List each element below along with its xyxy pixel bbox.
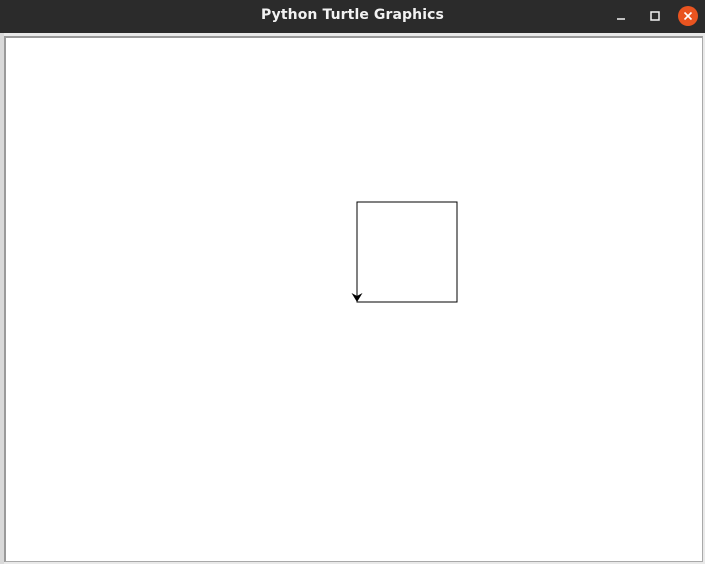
drawn-square <box>356 201 458 303</box>
maximize-button[interactable] <box>644 5 666 27</box>
close-button[interactable] <box>677 5 699 27</box>
minimize-button[interactable] <box>610 5 632 27</box>
close-button-circle <box>678 6 698 26</box>
maximize-icon <box>650 11 660 21</box>
title-bar[interactable]: Python Turtle Graphics <box>0 0 705 33</box>
turtle-window: Python Turtle Graphics <box>0 0 705 564</box>
minimize-icon <box>617 18 625 20</box>
window-title: Python Turtle Graphics <box>261 7 444 23</box>
close-icon <box>683 11 693 21</box>
turtle-canvas[interactable] <box>4 36 703 562</box>
turtle-drawing <box>351 201 458 303</box>
